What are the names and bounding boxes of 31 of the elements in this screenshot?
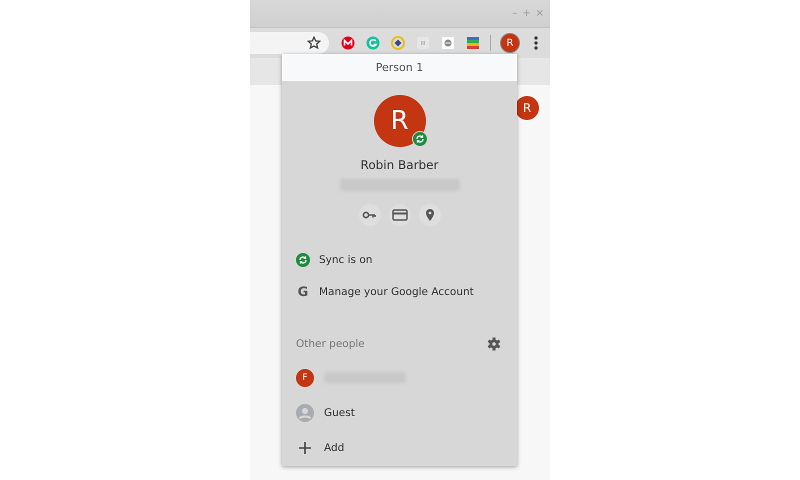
sync-icon [296, 252, 310, 267]
settings-icon[interactable] [487, 337, 501, 352]
person-item[interactable]: Add [282, 430, 517, 466]
avatar-initial: R [390, 106, 409, 136]
menu-item[interactable]: G Manage your Google Account [282, 276, 517, 309]
star-icon [307, 36, 321, 50]
address-bar[interactable] [250, 32, 329, 54]
credit-card-icon[interactable] [388, 204, 410, 226]
person-item[interactable]: Guest [282, 395, 517, 431]
location-pin-icon[interactable] [418, 204, 440, 226]
person-avatar: F [296, 368, 314, 387]
person-label: Add [324, 442, 344, 454]
plus-icon [299, 442, 311, 454]
menu-title: Person 1 [282, 54, 517, 81]
extension-icon[interactable] [441, 36, 455, 50]
person-item[interactable]: F [282, 360, 517, 396]
extension-icon[interactable] [391, 36, 405, 50]
section-heading: Other people [296, 338, 365, 350]
profile-avatar: R [515, 96, 539, 120]
profile-name: Robin Barber [360, 158, 438, 172]
extension-icon[interactable] [341, 36, 355, 50]
key-icon[interactable] [358, 204, 380, 226]
profile-button[interactable]: R [500, 33, 520, 53]
google-icon: G [298, 284, 308, 300]
person-label: Guest [324, 406, 355, 419]
extension-icon[interactable] [466, 36, 480, 50]
person-icon [296, 404, 314, 422]
menu-item-label: Manage your Google Account [319, 286, 474, 298]
more-menu-icon[interactable] [534, 36, 538, 50]
menu-item-label: Sync is on [319, 254, 372, 266]
menu-item[interactable]: Sync is on [282, 244, 517, 276]
